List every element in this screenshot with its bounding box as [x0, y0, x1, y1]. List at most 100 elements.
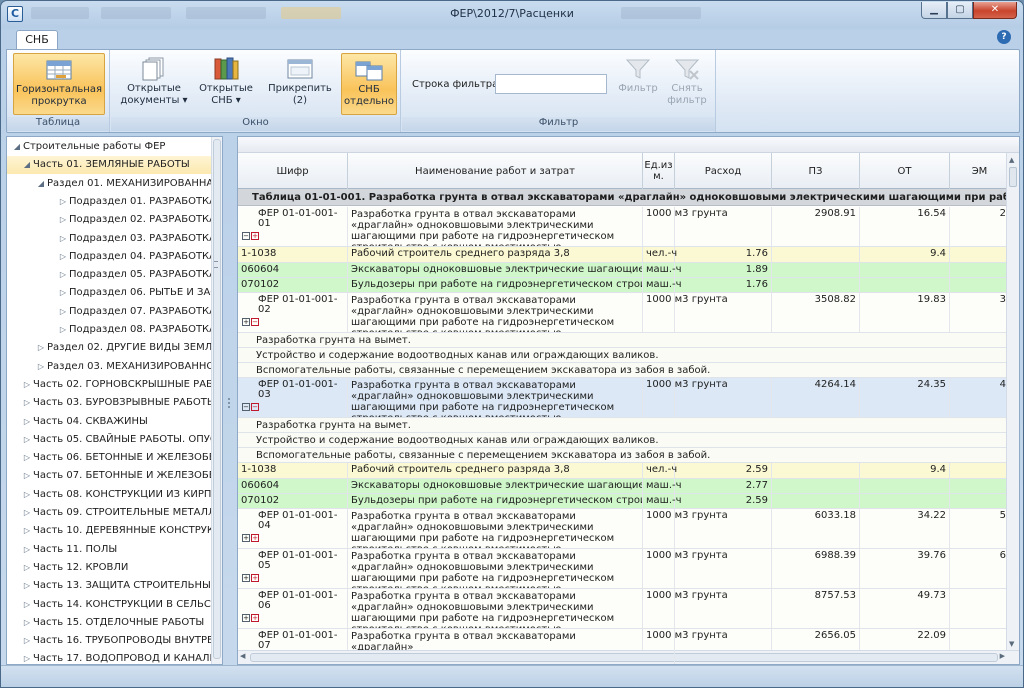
filter-string-input[interactable]: [495, 74, 607, 94]
chevron-right-icon[interactable]: ▷: [21, 632, 33, 650]
table-row[interactable]: Вспомогательные работы, связанные с пере…: [238, 448, 1019, 463]
tree-item[interactable]: ▷ Подраздел 07. РАЗРАБОТКА: [7, 303, 212, 321]
panel-splitter[interactable]: [223, 136, 236, 665]
tree-item[interactable]: ▷ Подраздел 04. РАЗРАБОТКА: [7, 248, 212, 266]
tree-item[interactable]: ▷ Часть 09. СТРОИТЕЛЬНЫЕ МЕТАЛЛИЧ: [7, 504, 212, 522]
tree-item[interactable]: ▷ Часть 04. СКВАЖИНЫ: [7, 413, 212, 431]
expand-plus-icon[interactable]: +: [242, 534, 250, 542]
tree-item[interactable]: ▷ Раздел 02. ДРУГИЕ ВИДЫ ЗЕМЛЯ: [7, 339, 212, 357]
table-row[interactable]: 070102 Бульдозеры при работе на гидроэнер…: [238, 494, 1019, 509]
table-row[interactable]: 1-1038 Рабочий строитель среднего разряда…: [238, 463, 1019, 479]
tree-item[interactable]: ▷ Часть 14. КОНСТРУКЦИИ В СЕЛЬСКО: [7, 596, 212, 614]
chevron-right-icon[interactable]: ▷: [21, 522, 33, 540]
rates-grid[interactable]: Шифр Наименование работ и затрат Ед.из м…: [237, 136, 1020, 665]
chevron-right-icon[interactable]: ▷: [57, 230, 69, 248]
tree-item[interactable]: ▷ Часть 06. БЕТОННЫЕ И ЖЕЛЕЗОБЕТО: [7, 449, 212, 467]
chevron-right-icon[interactable]: ▷: [21, 376, 33, 394]
col-qty[interactable]: Расход: [675, 153, 772, 189]
scroll-left-icon[interactable]: ◀: [240, 652, 245, 660]
tree-item[interactable]: ▷ Часть 15. ОТДЕЛОЧНЫЕ РАБОТЫ: [7, 614, 212, 632]
table-row[interactable]: ФЕР 01-01-001-02 + − Разработка грунта в от…: [238, 293, 1019, 333]
table-row[interactable]: ФЕР 01-01-001-03− − Разработка грунта в от…: [238, 378, 1019, 418]
chevron-down-icon[interactable]: ◢: [35, 175, 47, 193]
col-pz[interactable]: ПЗ: [772, 153, 860, 189]
horizontal-scroll-button[interactable]: Горизонтальная прокрутка: [13, 53, 105, 115]
tree-item[interactable]: ▷ Подраздел 06. РЫТЬЕ И ЗАСЫ: [7, 284, 212, 302]
col-unit[interactable]: Ед.из м.: [643, 153, 675, 189]
tree-item[interactable]: ◢ Раздел 01. МЕХАНИЗИРОВАННАЯ: [7, 175, 212, 193]
chevron-right-icon[interactable]: ▷: [57, 284, 69, 302]
tree-item[interactable]: ◢ Строительные работы ФЕР: [7, 138, 212, 156]
tree-scroll-thumb[interactable]: [213, 139, 221, 659]
table-row[interactable]: Устройство и содержание водоотводных кан…: [238, 433, 1019, 448]
open-snb-button[interactable]: Открытые СНБ ▾: [195, 53, 257, 115]
tree-item[interactable]: ▷ Часть 17. ВОДОПРОВОД И КАНАЛИЗ.: [7, 650, 212, 664]
open-documents-button[interactable]: Открытые документы ▾: [119, 53, 189, 115]
chevron-right-icon[interactable]: ▷: [57, 321, 69, 339]
chevron-right-icon[interactable]: ▷: [57, 266, 69, 284]
tree-item[interactable]: ▷ Часть 16. ТРУБОПРОВОДЫ ВНУТРЕНН: [7, 632, 212, 650]
grid-hscroll-thumb[interactable]: [250, 653, 998, 662]
chevron-right-icon[interactable]: ▷: [21, 394, 33, 412]
col-code[interactable]: Шифр: [238, 153, 348, 189]
snb-tree[interactable]: ◢ Строительные работы ФЕР ◢ Часть 01. ЗЕМЛЯ…: [6, 136, 223, 665]
expand-plus-icon[interactable]: +: [251, 614, 259, 622]
minimize-button[interactable]: ▁: [921, 2, 947, 19]
chevron-down-icon[interactable]: ◢: [11, 138, 23, 156]
table-row[interactable]: 060604 Экскаваторы одноковшовые электриче…: [238, 479, 1019, 494]
close-button[interactable]: ✕: [973, 2, 1017, 19]
chevron-right-icon[interactable]: ▷: [21, 467, 33, 485]
collapse-minus-icon[interactable]: −: [251, 318, 259, 326]
chevron-right-icon[interactable]: ▷: [21, 449, 33, 467]
chevron-right-icon[interactable]: ▷: [35, 339, 47, 357]
chevron-right-icon[interactable]: ▷: [35, 358, 47, 376]
table-row[interactable]: 060604 Экскаваторы одноковшовые электриче…: [238, 263, 1019, 278]
tree-item[interactable]: ▷ Часть 02. ГОРНОВСКРЫШНЫЕ РАБОТ: [7, 376, 212, 394]
collapse-minus-icon[interactable]: −: [242, 403, 250, 411]
tree-item[interactable]: ▷ Часть 10. ДЕРЕВЯННЫЕ КОНСТРУКЦИ: [7, 522, 212, 540]
table-row[interactable]: Вспомогательные работы, связанные с пере…: [238, 363, 1019, 378]
clear-filter-button[interactable]: Снять фильтр: [664, 53, 710, 115]
chevron-right-icon[interactable]: ▷: [21, 541, 33, 559]
tree-item[interactable]: ▷ Подраздел 02. РАЗРАБОТКА: [7, 211, 212, 229]
scroll-down-icon[interactable]: ▼: [1009, 640, 1014, 648]
expand-plus-icon[interactable]: +: [251, 534, 259, 542]
chevron-right-icon[interactable]: ▷: [57, 211, 69, 229]
tree-item[interactable]: ▷ Часть 05. СВАЙНЫЕ РАБОТЫ. ОПУСК: [7, 431, 212, 449]
table-row[interactable]: ФЕР 01-01-001-01− + Разработка грунта в от…: [238, 207, 1019, 247]
table-row[interactable]: ФЕР 01-01-001-04 + + Разработка грунта в от…: [238, 509, 1019, 549]
chevron-right-icon[interactable]: ▷: [21, 486, 33, 504]
expand-plus-icon[interactable]: +: [251, 232, 259, 240]
table-group-header[interactable]: Таблица 01-01-001. Разработка грунта в о…: [238, 189, 1019, 206]
table-row[interactable]: Разработка грунта на вымет.: [238, 333, 1019, 348]
chevron-right-icon[interactable]: ▷: [57, 193, 69, 211]
table-row[interactable]: ФЕР 01-01-001-05 + + Разработка грунта в от…: [238, 549, 1019, 589]
tree-item[interactable]: ◢ Часть 01. ЗЕМЛЯНЫЕ РАБОТЫ: [7, 156, 212, 175]
chevron-down-icon[interactable]: ◢: [21, 156, 33, 174]
collapse-minus-icon[interactable]: −: [242, 232, 250, 240]
tree-item[interactable]: ▷ Раздел 03. МЕХАНИЗИРОВАННОЕ: [7, 358, 212, 376]
expand-plus-icon[interactable]: +: [242, 614, 250, 622]
tree-item[interactable]: ▷ Подраздел 05. РАЗРАБОТКА: [7, 266, 212, 284]
tree-item[interactable]: ▷ Часть 07. БЕТОННЫЕ И ЖЕЛЕЗОБЕТО: [7, 467, 212, 485]
tree-item[interactable]: ▷ Часть 08. КОНСТРУКЦИИ ИЗ КИРПИЧ: [7, 486, 212, 504]
grid-horizontal-scrollbar[interactable]: ◀ ▶: [238, 650, 1019, 664]
col-em[interactable]: ЭМ: [950, 153, 1010, 189]
chevron-right-icon[interactable]: ▷: [21, 614, 33, 632]
scroll-up-icon[interactable]: ▲: [1009, 156, 1014, 164]
tree-item[interactable]: ▷ Часть 03. БУРОВЗРЫВНЫЕ РАБОТЫ: [7, 394, 212, 412]
tree-item[interactable]: ▷ Часть 12. КРОВЛИ: [7, 559, 212, 577]
expand-plus-icon[interactable]: +: [251, 574, 259, 582]
table-row[interactable]: Устройство и содержание водоотводных кан…: [238, 348, 1019, 363]
chevron-right-icon[interactable]: ▷: [21, 431, 33, 449]
tree-item[interactable]: ▷ Часть 13. ЗАЩИТА СТРОИТЕЛЬНЫХ К: [7, 577, 212, 595]
table-row[interactable]: Разработка грунта на вымет.: [238, 418, 1019, 433]
grid-scroll-thumb[interactable]: [1009, 167, 1017, 187]
chevron-right-icon[interactable]: ▷: [21, 650, 33, 664]
pin-button[interactable]: Прикрепить (2): [265, 53, 335, 115]
tree-vertical-scrollbar[interactable]: [211, 137, 222, 664]
scroll-right-icon[interactable]: ▶: [1000, 652, 1005, 660]
snb-separate-button[interactable]: СНБ отдельно: [341, 53, 397, 115]
collapse-minus-icon[interactable]: −: [251, 403, 259, 411]
chevron-right-icon[interactable]: ▷: [21, 504, 33, 522]
